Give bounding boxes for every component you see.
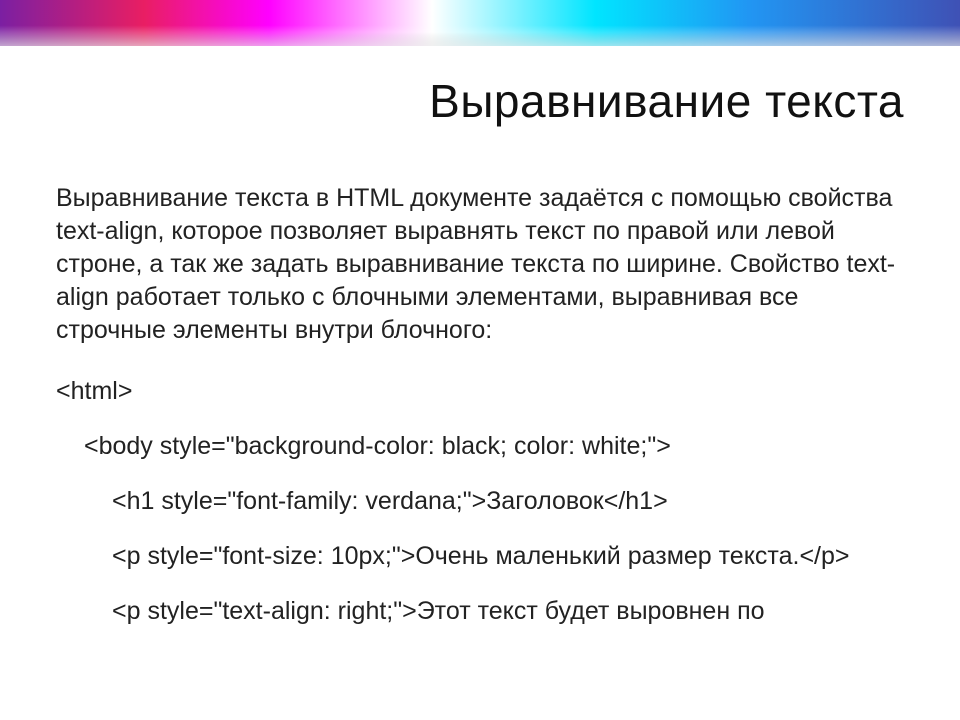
code-line-body: <body style="background-color: black; co…: [56, 430, 904, 463]
code-line-p-small: <p style="font-size: 10px;">Очень малень…: [56, 540, 904, 573]
decorative-top-stripe: [0, 0, 960, 46]
slide-title: Выравнивание текста: [56, 74, 904, 128]
code-line-p-align: <p style="text-align: right;">Этот текст…: [56, 595, 904, 628]
slide-description: Выравнивание текста в HTML документе зад…: [56, 182, 904, 347]
code-line-h1: <h1 style="font-family: verdana;">Заголо…: [56, 485, 904, 518]
slide-content: Выравнивание текста Выравнивание текста …: [0, 46, 960, 628]
code-line-html-open: <html>: [56, 375, 904, 408]
